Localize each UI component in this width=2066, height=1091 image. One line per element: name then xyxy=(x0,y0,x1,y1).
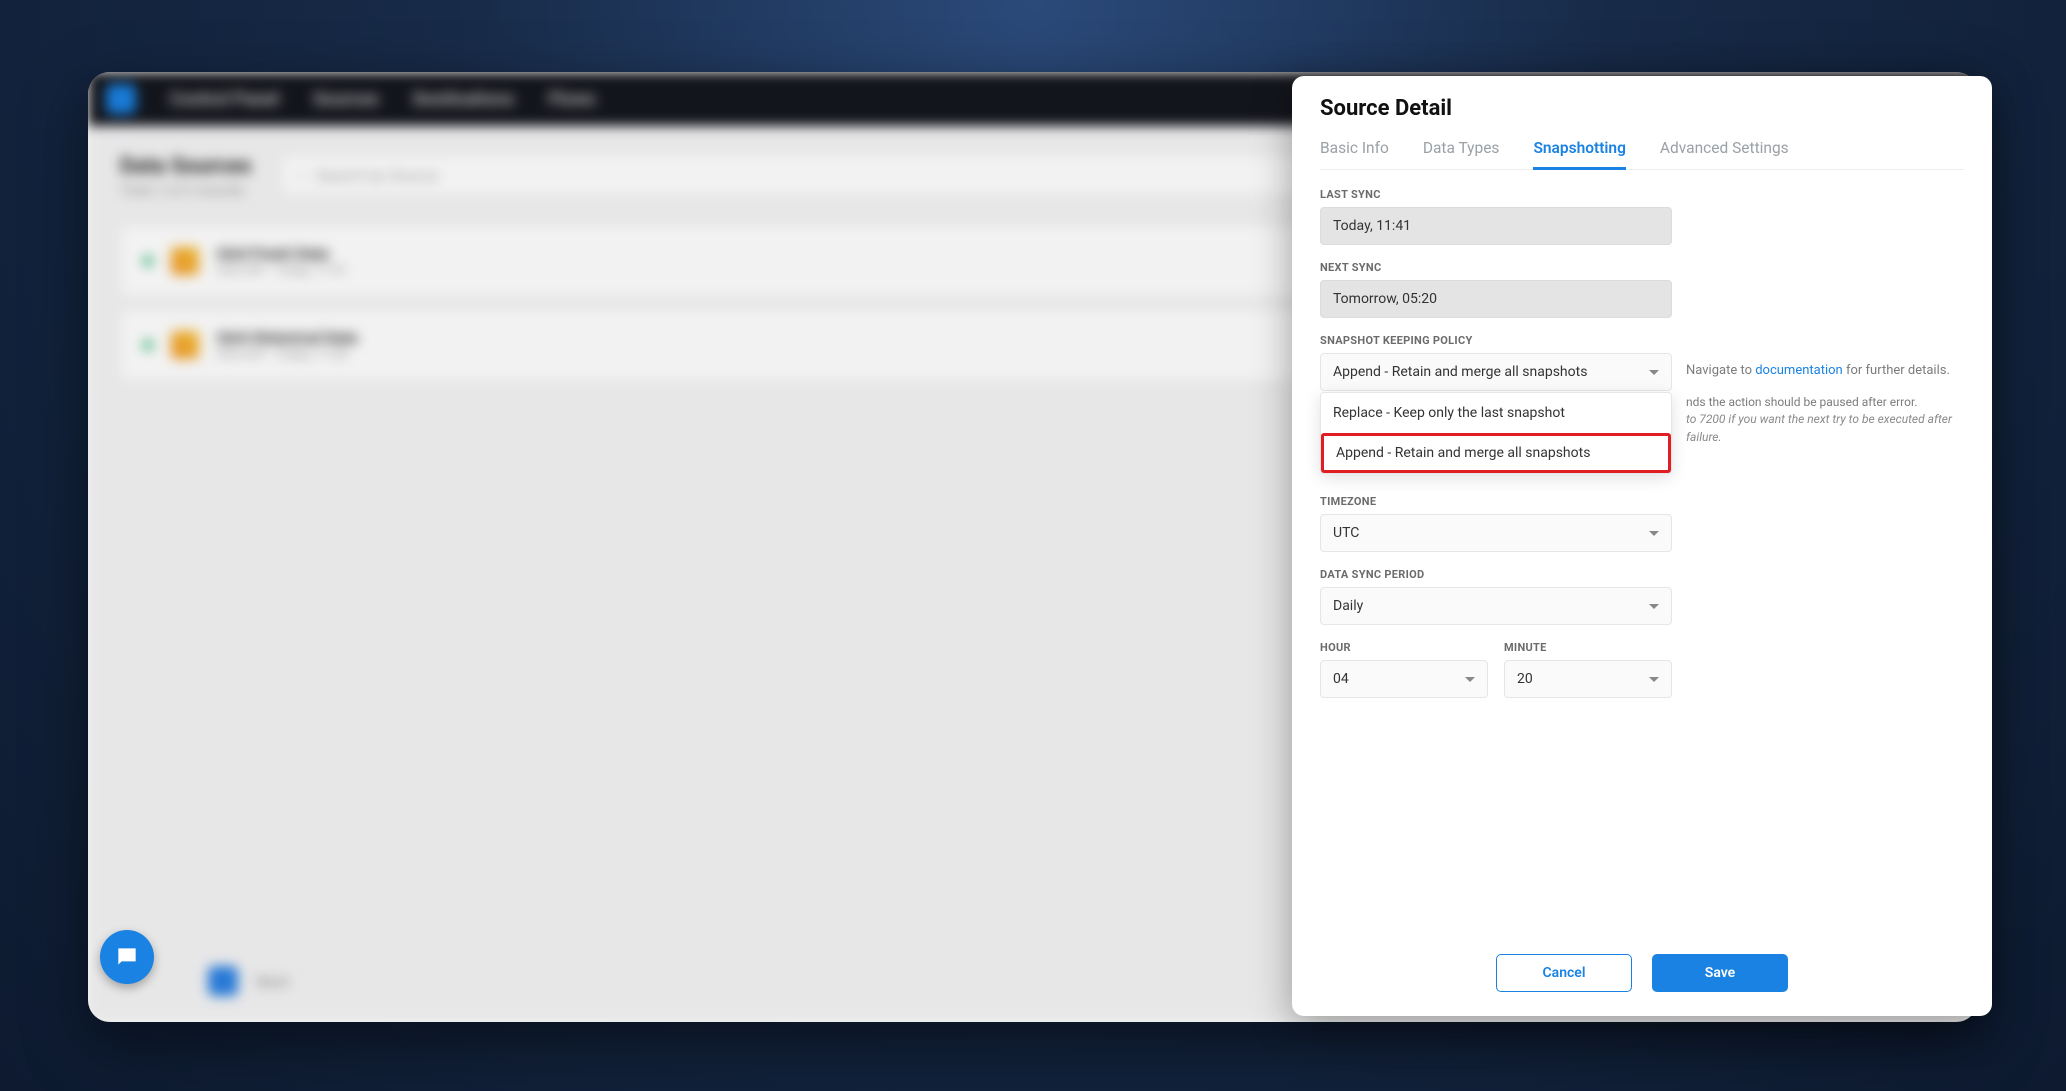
nav-destinations: Destinations xyxy=(413,89,514,110)
retry-hint-line2: to 7200 if you want the next try to be e… xyxy=(1686,411,1972,428)
pagination: Next xyxy=(208,966,289,996)
label-data-sync-period: DATA SYNC PERIOD xyxy=(1320,568,1964,581)
nav-sources: Sources xyxy=(313,89,379,110)
status-dot xyxy=(143,340,153,350)
tab-snapshotting[interactable]: Snapshotting xyxy=(1533,139,1625,170)
label-timezone: TIMEZONE xyxy=(1320,495,1964,508)
panel-footer: Cancel Save xyxy=(1320,946,1964,992)
tab-data-types[interactable]: Data Types xyxy=(1423,139,1500,169)
tab-basic-info[interactable]: Basic Info xyxy=(1320,139,1389,169)
chevron-down-icon xyxy=(1465,677,1475,682)
retry-hint-line1: nds the action should be paused after er… xyxy=(1686,394,1972,411)
snapshot-policy-listbox: Replace - Keep only the last snapshot Ap… xyxy=(1320,392,1672,474)
minute-select[interactable]: 20 xyxy=(1504,660,1672,698)
chevron-down-icon xyxy=(1649,677,1659,682)
save-button[interactable]: Save xyxy=(1652,954,1788,992)
nav-control-panel: Control Panel xyxy=(170,89,279,110)
tab-advanced-settings[interactable]: Advanced Settings xyxy=(1660,139,1789,169)
doc-hint-suffix: for further details. xyxy=(1843,363,1950,378)
timezone-value: UTC xyxy=(1333,525,1359,541)
label-last-sync: LAST SYNC xyxy=(1320,188,1964,201)
pagination-next: Next xyxy=(256,972,289,991)
documentation-link[interactable]: documentation xyxy=(1755,363,1843,378)
minute-value: 20 xyxy=(1517,671,1533,687)
last-sync-text: Today, 11:41 xyxy=(1333,218,1411,234)
snapshot-policy-selected: Append - Retain and merge all snapshots xyxy=(1333,364,1587,380)
label-next-sync: NEXT SYNC xyxy=(1320,261,1964,274)
status-dot xyxy=(143,256,153,266)
panel-title: Source Detail xyxy=(1320,96,1964,121)
app-logo xyxy=(106,84,136,114)
chevron-down-icon xyxy=(1649,370,1659,375)
documentation-hint: Navigate to documentation for further de… xyxy=(1686,353,1950,378)
search-placeholder: Search by Source xyxy=(316,166,439,185)
form-area: LAST SYNC Today, 11:41 NEXT SYNC Tomorro… xyxy=(1320,188,1964,946)
label-minute: MINUTE xyxy=(1504,641,1672,654)
cancel-button[interactable]: Cancel xyxy=(1496,954,1632,992)
snapshot-policy-select[interactable]: Append - Retain and merge all snapshots xyxy=(1320,353,1672,391)
hour-select[interactable]: 04 xyxy=(1320,660,1488,698)
label-hour: HOUR xyxy=(1320,641,1488,654)
next-sync-text: Tomorrow, 05:20 xyxy=(1333,291,1437,307)
page-button xyxy=(208,966,238,996)
data-sync-period-select[interactable]: Daily xyxy=(1320,587,1672,625)
chat-launcher[interactable] xyxy=(100,930,154,984)
chevron-down-icon xyxy=(1649,531,1659,536)
search-icon: ⌕ xyxy=(297,165,306,185)
panel-tabs: Basic Info Data Types Snapshotting Advan… xyxy=(1320,139,1964,170)
label-snapshot-policy: SNAPSHOT KEEPING POLICY xyxy=(1320,334,1964,347)
ga-icon xyxy=(171,247,199,275)
next-sync-value: Tomorrow, 05:20 xyxy=(1320,280,1672,318)
nav-flows: Flows xyxy=(548,89,595,110)
doc-hint-prefix: Navigate to xyxy=(1686,363,1755,378)
timezone-select[interactable]: UTC xyxy=(1320,514,1672,552)
retry-hint: nds the action should be paused after er… xyxy=(1686,394,1972,446)
ga-icon xyxy=(171,331,199,359)
source-detail-panel: Source Detail Basic Info Data Types Snap… xyxy=(1292,76,1992,1016)
chevron-down-icon xyxy=(1649,604,1659,609)
chat-icon xyxy=(114,944,140,970)
hour-value: 04 xyxy=(1333,671,1349,687)
data-sync-period-value: Daily xyxy=(1333,598,1363,614)
retry-hint-line3: failure. xyxy=(1686,429,1972,446)
last-sync-value: Today, 11:41 xyxy=(1320,207,1672,245)
page-subtitle: Total: 2 of 2 records xyxy=(120,183,252,199)
option-replace[interactable]: Replace - Keep only the last snapshot xyxy=(1321,393,1671,433)
option-append[interactable]: Append - Retain and merge all snapshots xyxy=(1321,433,1671,473)
page-title: Data Sources xyxy=(120,154,252,179)
